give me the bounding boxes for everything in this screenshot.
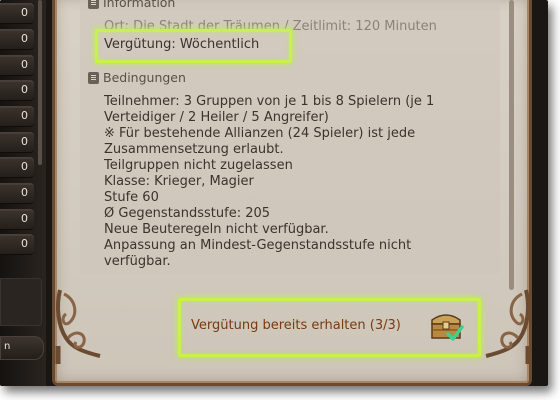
list-item-count: 0 <box>21 32 28 45</box>
list-bottom-button[interactable]: n <box>0 336 44 360</box>
information-header: Information <box>88 0 175 11</box>
list-item[interactable]: 0 <box>0 106 34 127</box>
condition-line: Verteidiger / 2 Heiler / 5 Angreifer) <box>104 110 329 125</box>
list-item[interactable]: 0 <box>0 157 34 178</box>
list-item[interactable]: 0 <box>0 234 34 255</box>
list-item[interactable]: 0 <box>0 209 34 230</box>
duty-list-panel: 0 0 0 0 0 0 0 0 0 0 n <box>0 0 46 386</box>
list-item[interactable]: 0 <box>0 3 34 24</box>
list-item-count: 0 <box>21 6 28 19</box>
list-bottom-button-label: n <box>4 341 11 352</box>
list-item-count: 0 <box>21 83 28 96</box>
condition-line: Zusammensetzung erlaubt. <box>104 142 284 157</box>
conditions-header: Bedingungen <box>88 70 186 86</box>
detail-scrollbar[interactable] <box>509 0 514 290</box>
reward-frequency-highlight <box>95 29 292 63</box>
condition-line: Anpassung an Mindest-Gegenstandsstufe ni… <box>104 238 412 253</box>
conditions-header-label: Bedingungen <box>103 70 186 85</box>
list-item[interactable]: 0 <box>0 29 34 50</box>
list-item[interactable]: 0 <box>0 132 34 153</box>
list-item-count: 0 <box>21 237 28 250</box>
condition-line: Teilnehmer: 3 Gruppen von je 1 bis 8 Spi… <box>104 94 435 109</box>
list-scrollbar[interactable] <box>38 0 42 165</box>
list-footer-box <box>0 278 42 326</box>
information-header-label: Information <box>103 0 176 10</box>
list-item[interactable]: 0 <box>0 183 34 204</box>
document-icon <box>88 72 99 84</box>
list-item-count: 0 <box>21 58 28 71</box>
corner-ornament-right <box>485 289 531 364</box>
condition-line: Ø Gegenstandsstufe: 205 <box>104 206 271 221</box>
reward-status-highlight <box>178 298 481 357</box>
condition-line: Klasse: Krieger, Magier <box>104 174 254 189</box>
list-item-count: 0 <box>21 186 28 199</box>
condition-line: ※ Für bestehende Allianzen (24 Spieler) … <box>104 126 416 141</box>
list-item-count: 0 <box>21 212 28 225</box>
condition-line: Teilgruppen nicht zugelassen <box>104 158 293 173</box>
game-window: 0 0 0 0 0 0 0 0 0 0 n Information Ort: D… <box>0 0 548 386</box>
list-item-count: 0 <box>21 109 28 122</box>
list-item[interactable]: 0 <box>0 55 34 76</box>
document-icon <box>88 0 99 9</box>
condition-line: Stufe 60 <box>104 190 159 205</box>
corner-ornament-left <box>55 289 101 364</box>
condition-line: Neue Beuteregeln nicht verfügbar. <box>104 222 329 237</box>
list-item[interactable]: 0 <box>0 80 34 101</box>
list-item-count: 0 <box>21 135 28 148</box>
list-item-count: 0 <box>21 160 28 173</box>
condition-line: verfügbar. <box>104 254 171 269</box>
